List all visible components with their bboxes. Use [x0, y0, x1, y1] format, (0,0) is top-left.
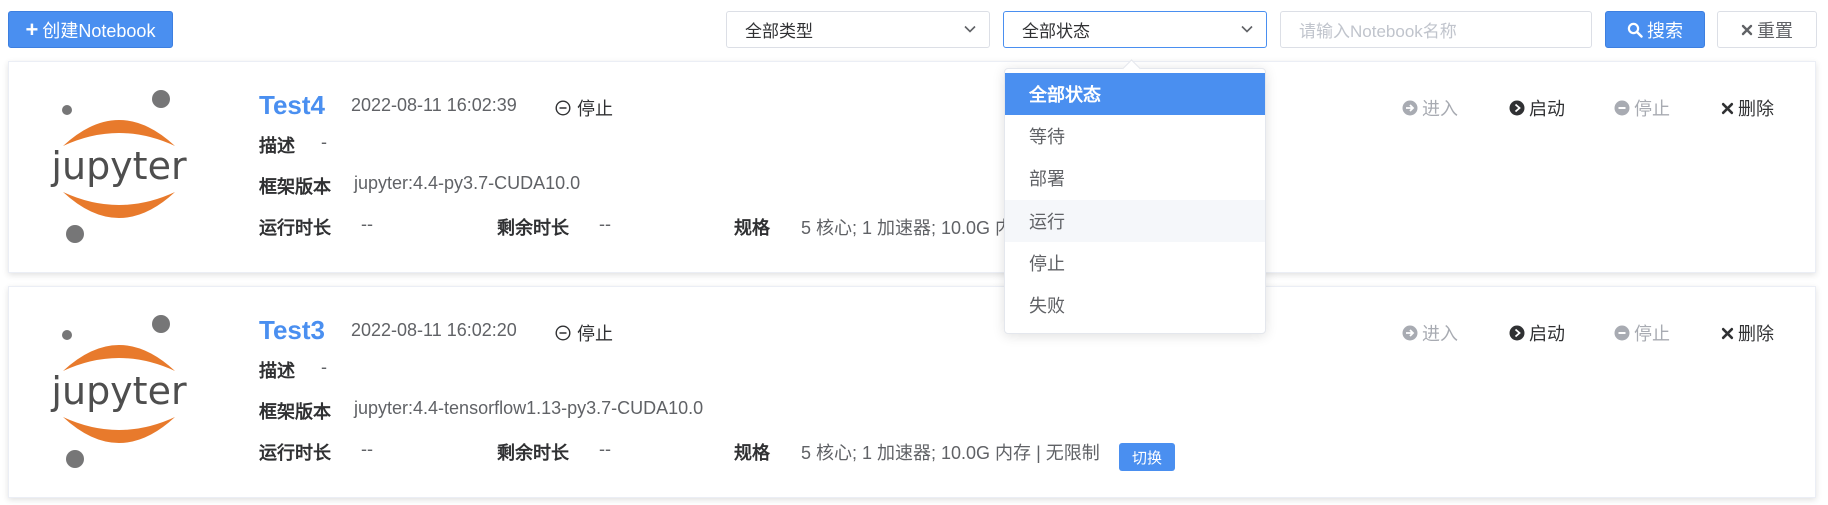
search-icon [1627, 22, 1643, 38]
stop-button[interactable]: 停止 [1614, 320, 1670, 346]
type-select[interactable]: 全部类型 [726, 11, 990, 48]
run-duration-label: 运行时长 [259, 218, 331, 238]
minus-circle-icon [555, 100, 571, 116]
created-time: 2022-08-11 16:02:20 [351, 320, 517, 340]
play-circle-icon [1509, 325, 1525, 341]
enter-button[interactable]: 进入 [1402, 320, 1458, 346]
enter-button[interactable]: 进入 [1402, 95, 1458, 121]
start-label: 启动 [1529, 99, 1565, 119]
spec-value: 5 核心; 1 加速器; 10.0G 内存 | 无限制 [801, 443, 1100, 463]
spec-label: 规格 [734, 218, 770, 238]
framework-value: jupyter:4.4-py3.7-CUDA10.0 [354, 173, 581, 193]
toolbar: + 创建Notebook 全部类型 全部状态 请输入Notebook名称 搜索 … [0, 0, 1828, 58]
svg-text:jupyter: jupyter [50, 369, 187, 413]
close-icon [1741, 24, 1753, 35]
status-badge: 停止 [555, 320, 613, 346]
description-value: - [321, 357, 327, 377]
jupyter-logo-icon: jupyter [50, 315, 187, 468]
play-circle-icon [1509, 100, 1525, 116]
run-duration-value: -- [361, 439, 373, 459]
start-button[interactable]: 启动 [1509, 95, 1565, 121]
status-option-deploying[interactable]: 部署 [1005, 157, 1265, 199]
description-value: - [321, 132, 327, 152]
created-time: 2022-08-11 16:02:39 [351, 95, 517, 115]
minus-circle-icon [1614, 100, 1630, 116]
status-label: 停止 [577, 99, 613, 119]
arrow-circle-right-icon [1402, 325, 1418, 341]
status-option-all[interactable]: 全部状态 [1005, 73, 1265, 115]
create-notebook-button[interactable]: + 创建Notebook [8, 11, 173, 48]
delete-label: 删除 [1738, 324, 1774, 344]
spec-label: 规格 [734, 443, 770, 463]
start-button[interactable]: 启动 [1509, 320, 1565, 346]
reset-button[interactable]: 重置 [1717, 11, 1817, 48]
svg-text:jupyter: jupyter [50, 144, 187, 188]
remaining-label: 剩余时长 [497, 218, 569, 238]
jupyter-logo-icon: jupyter [50, 90, 187, 243]
search-button[interactable]: 搜索 [1605, 11, 1705, 48]
description-label: 描述 [259, 136, 295, 156]
close-icon [1721, 327, 1734, 339]
description-label: 描述 [259, 361, 295, 381]
minus-circle-icon [1614, 325, 1630, 341]
delete-button[interactable]: 删除 [1721, 320, 1774, 346]
run-duration-label: 运行时长 [259, 443, 331, 463]
close-icon [1721, 102, 1734, 114]
start-label: 启动 [1529, 324, 1565, 344]
status-option-waiting[interactable]: 等待 [1005, 115, 1265, 157]
plus-icon: + [25, 16, 39, 42]
framework-value: jupyter:4.4-tensorflow1.13-py3.7-CUDA10.… [354, 398, 704, 418]
notebook-card: jupyter Test4 2022-08-11 16:02:39 停止 描述 … [8, 61, 1816, 273]
status-select-value: 全部状态 [1022, 22, 1090, 41]
status-option-stopped[interactable]: 停止 [1005, 242, 1265, 284]
remaining-label: 剩余时长 [497, 443, 569, 463]
status-label: 停止 [577, 324, 613, 344]
search-label: 搜索 [1647, 20, 1683, 41]
framework-label: 框架版本 [259, 177, 331, 197]
status-dropdown-menu: 全部状态 等待 部署 运行 停止 失败 [1004, 59, 1266, 334]
framework-label: 框架版本 [259, 402, 331, 422]
remaining-value: -- [599, 214, 611, 234]
notebook-name[interactable]: Test3 [259, 315, 325, 346]
switch-spec-button[interactable]: 切换 [1119, 443, 1175, 471]
remaining-value: -- [599, 439, 611, 459]
status-option-failed[interactable]: 失败 [1005, 284, 1265, 326]
status-badge: 停止 [555, 95, 613, 121]
stop-button[interactable]: 停止 [1614, 95, 1670, 121]
notebook-name[interactable]: Test4 [259, 90, 325, 121]
chevron-down-icon [964, 25, 976, 33]
minus-circle-icon [555, 325, 571, 341]
create-notebook-label: 创建Notebook [42, 20, 156, 41]
enter-label: 进入 [1422, 324, 1458, 344]
enter-label: 进入 [1422, 99, 1458, 119]
stop-label: 停止 [1634, 324, 1670, 344]
status-select[interactable]: 全部状态 [1003, 11, 1267, 48]
reset-label: 重置 [1757, 20, 1793, 41]
notebook-name-input[interactable]: 请输入Notebook名称 [1280, 11, 1592, 48]
notebook-card: jupyter Test3 2022-08-11 16:02:20 停止 描述 … [8, 286, 1816, 498]
delete-label: 删除 [1738, 99, 1774, 119]
delete-button[interactable]: 删除 [1721, 95, 1774, 121]
arrow-circle-right-icon [1402, 100, 1418, 116]
chevron-down-icon [1241, 25, 1253, 33]
notebook-name-placeholder: 请输入Notebook名称 [1299, 22, 1457, 41]
type-select-value: 全部类型 [745, 22, 813, 41]
status-option-running[interactable]: 运行 [1005, 200, 1265, 242]
run-duration-value: -- [361, 214, 373, 234]
stop-label: 停止 [1634, 99, 1670, 119]
